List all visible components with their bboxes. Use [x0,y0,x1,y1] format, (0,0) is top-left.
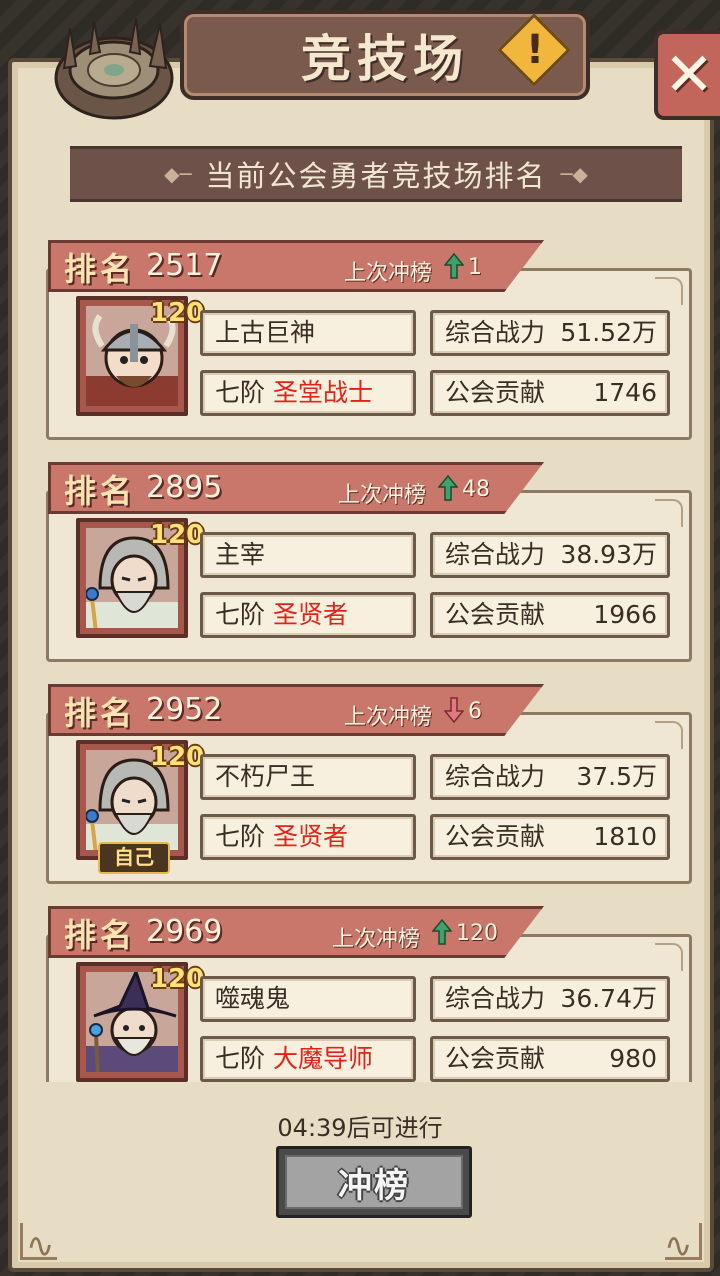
contribution-value: 1810 [593,822,657,851]
stage-label: 七阶 [215,600,266,629]
player-name: 主宰 [215,540,266,569]
power-value: 37.5万 [576,762,657,791]
contribution-label: 公会贡献 [445,600,546,629]
player-name: 噬魂鬼 [215,984,291,1013]
stage-label: 七阶 [215,378,266,407]
power-field: 综合战力 38.93万 [430,532,670,578]
arrow-down-icon [443,697,465,724]
class-name: 圣贤者 [272,600,348,629]
rank-value: 2517 [146,248,223,283]
last-rank-label: 上次冲榜 [344,705,433,730]
rank-label: 排名 [64,250,137,288]
rank-card[interactable]: 排名 2517 上次冲榜 1 120 上古巨神 七阶 圣堂战士 综合战力 51.5… [46,238,694,442]
level-badge: 120 [150,298,205,328]
rank-card[interactable]: 排名 2952 上次冲榜 6 120 自己 不朽尸王 七阶 圣贤者 综合战力 37… [46,682,694,886]
stage-label: 七阶 [215,1044,266,1073]
last-rank-label: 上次冲榜 [332,927,421,952]
rank-value: 2969 [146,914,223,949]
ornament-right: ─◆ [560,162,588,186]
rank-label: 排名 [64,472,137,510]
contribution-label: 公会贡献 [445,822,546,851]
rank-value: 2952 [146,692,223,727]
power-value: 36.74万 [560,984,657,1013]
player-name: 不朽尸王 [215,762,316,791]
player-name-field: 不朽尸王 [200,754,416,800]
arena-icon [54,17,174,120]
player-class-field: 七阶 大魔导师 [200,1036,416,1082]
power-value: 51.52万 [560,318,657,347]
arrow-up-icon [431,918,453,945]
contribution-value: 980 [609,1044,657,1073]
contribution-value: 1746 [593,378,657,407]
player-class-field: 七阶 圣贤者 [200,814,416,860]
scroll-ornament: ∿ [664,1226,693,1266]
subtitle-bar: ◆─ 当前公会勇者竞技场排名 ─◆ [70,146,682,202]
subtitle: 当前公会勇者竞技场排名 [205,159,547,193]
power-field: 综合战力 37.5万 [430,754,670,800]
rank-card[interactable]: 排名 2969 上次冲榜 120 120 噬魂鬼 七阶 大魔导师 综合战力 36.… [46,904,694,1082]
challenge-button-face: 冲榜 [285,1155,463,1209]
challenge-button[interactable]: 冲榜 [276,1146,472,1218]
player-name: 上古巨神 [215,318,316,347]
power-field: 综合战力 36.74万 [430,976,670,1022]
last-rank-label: 上次冲榜 [344,261,433,286]
player-name-field: 主宰 [200,532,416,578]
rank-change-value: 120 [456,921,498,946]
contribution-field: 公会贡献 1746 [430,370,670,416]
last-rank-label: 上次冲榜 [338,483,427,508]
contribution-field: 公会贡献 1966 [430,592,670,638]
ornament-left: ◆─ [164,162,192,186]
player-class-field: 七阶 圣贤者 [200,592,416,638]
contribution-value: 1966 [593,600,657,629]
close-icon: ✕ [663,40,715,110]
contribution-label: 公会贡献 [445,378,546,407]
self-tag: 自己 [98,842,170,874]
contribution-field: 公会贡献 980 [430,1036,670,1082]
power-label: 综合战力 [445,540,546,569]
power-label: 综合战力 [445,762,546,791]
stage-label: 七阶 [215,822,266,851]
power-label: 综合战力 [445,984,546,1013]
close-button[interactable]: ✕ [654,30,720,120]
challenge-button-label: 冲榜 [338,1165,410,1206]
power-field: 综合战力 51.52万 [430,310,670,356]
cooldown-timer: 04:39后可进行 [277,1114,443,1142]
rank-change-value: 1 [468,255,482,280]
player-class-field: 七阶 圣堂战士 [200,370,416,416]
class-name: 圣堂战士 [272,378,373,407]
exclamation-glyph: ! [525,27,545,73]
rank-change-value: 48 [462,477,490,502]
arrow-up-icon [437,474,459,501]
rank-value: 2895 [146,470,223,505]
scroll-ornament: ∿ [26,1226,55,1266]
level-badge: 120 [150,964,205,994]
player-name-field: 噬魂鬼 [200,976,416,1022]
contribution-field: 公会贡献 1810 [430,814,670,860]
player-name-field: 上古巨神 [200,310,416,356]
power-value: 38.93万 [560,540,657,569]
contribution-label: 公会贡献 [445,1044,546,1073]
rank-change-value: 6 [468,699,482,724]
rank-label: 排名 [64,694,137,732]
arrow-up-icon [443,252,465,279]
class-name: 大魔导师 [272,1044,373,1073]
rank-card[interactable]: 排名 2895 上次冲榜 48 120 主宰 七阶 圣贤者 综合战力 38.93万… [46,460,694,664]
rank-label: 排名 [64,916,137,954]
class-name: 圣贤者 [272,822,348,851]
level-badge: 120 [150,520,205,550]
level-badge: 120 [150,742,205,772]
page-title: 竞技场 [301,29,469,88]
ranking-list[interactable]: 排名 2517 上次冲榜 1 120 上古巨神 七阶 圣堂战士 综合战力 51.5… [46,238,694,1082]
power-label: 综合战力 [445,318,546,347]
